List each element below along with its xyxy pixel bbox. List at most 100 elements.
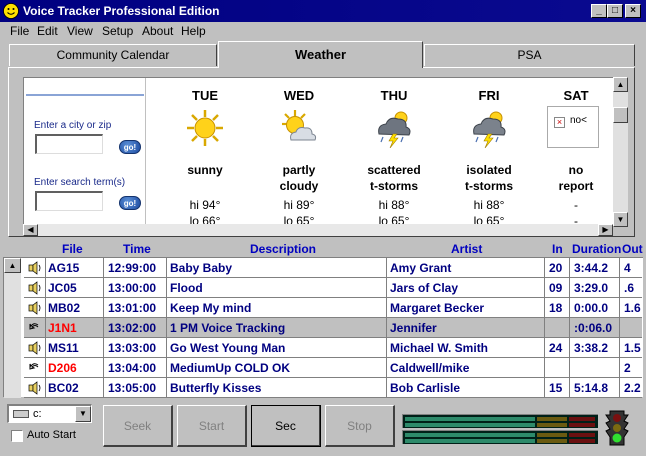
cell-description: 1 PM Voice Tracking	[170, 321, 286, 335]
chevron-down-icon[interactable]: ▼	[75, 406, 91, 422]
cell-description: MediumUp COLD OK	[170, 361, 290, 375]
cell-time: 12:99:00	[108, 261, 157, 275]
column-divider	[166, 278, 167, 298]
auto-start-checkbox[interactable]	[11, 430, 23, 442]
search-input[interactable]	[35, 191, 103, 211]
column-divider	[544, 318, 545, 338]
table-row[interactable]: J1N1 13:02:00 1 PM Voice Tracking Jennifer:…	[24, 318, 642, 338]
divider	[26, 94, 144, 96]
menu-file[interactable]: File	[10, 24, 29, 38]
column-divider	[45, 318, 46, 338]
column-divider	[386, 298, 387, 318]
weather-browser-frame: Enter a city or zip go! Enter search ter…	[23, 77, 623, 227]
table-row[interactable]: MB02 13:01:00 Keep My mind Margaret Becker 1…	[24, 298, 642, 318]
condition-line-2: t-storms	[464, 179, 513, 193]
city-label: Enter a city or zip	[34, 120, 112, 131]
maximize-button[interactable]: □	[607, 4, 623, 18]
column-out[interactable]: Out	[622, 242, 643, 256]
cell-artist: Amy Grant	[390, 261, 452, 275]
scroll-up-arrow-icon[interactable]: ▲	[613, 77, 628, 92]
search-go-button[interactable]: go!	[119, 196, 141, 210]
drive-value: c:	[33, 408, 42, 420]
column-divider	[166, 338, 167, 358]
scroll-left-arrow-icon[interactable]: ◀	[23, 224, 38, 236]
scroll-up-arrow-icon[interactable]: ▲	[4, 258, 21, 273]
weather-horizontal-scrollbar[interactable]: ◀ ▶	[23, 224, 613, 236]
menu-help[interactable]: Help	[181, 24, 206, 38]
scroll-thumb[interactable]	[613, 107, 628, 123]
scroll-down-arrow-icon[interactable]: ▼	[613, 212, 628, 227]
table-row[interactable]: AG15 12:99:00 Baby Baby Amy Grant 20 3:44.2 4	[24, 258, 642, 278]
cell-out: 4	[624, 261, 631, 275]
close-button[interactable]: ×	[625, 4, 641, 18]
forecast-day: WED partly cloudy hi 89° lo 65°	[251, 78, 347, 227]
table-row[interactable]: BC02 13:05:00 Butterfly Kisses Bob Carlisle…	[24, 378, 642, 398]
seek-button[interactable]: Seek	[103, 405, 173, 447]
column-divider	[103, 298, 104, 318]
speaker-icon	[27, 340, 43, 356]
day-name: WED	[283, 88, 315, 103]
weather-panel: Enter a city or zip go! Enter search ter…	[8, 67, 635, 237]
condition-line-1: scattered	[367, 163, 421, 177]
cell-time: 13:01:00	[108, 301, 157, 315]
cell-out: .6	[624, 281, 635, 295]
city-go-button[interactable]: go!	[119, 140, 141, 154]
column-divider	[619, 358, 620, 378]
menu-view[interactable]: View	[67, 24, 93, 38]
cell-artist: Bob Carlisle	[390, 381, 461, 395]
column-divider	[166, 358, 167, 378]
cell-description: Go West Young Man	[170, 341, 286, 355]
day-name: FRI	[478, 88, 500, 103]
column-artist[interactable]: Artist	[451, 242, 482, 256]
cell-file: MB02	[48, 301, 81, 315]
column-divider	[103, 318, 104, 338]
tab-psa[interactable]: PSA	[424, 44, 635, 66]
level-meter-right	[402, 430, 598, 444]
table-row[interactable]: D206 13:04:00 MediumUp COLD OK Caldwell/mik…	[24, 358, 642, 378]
tab-weather[interactable]: Weather	[218, 41, 423, 68]
column-divider	[45, 258, 46, 278]
forecast-day: SAT × no< no report - -	[536, 78, 616, 227]
day-name: TUE	[192, 88, 218, 103]
cell-in: 09	[549, 281, 563, 295]
column-divider	[386, 318, 387, 338]
city-input[interactable]	[35, 134, 103, 154]
column-divider	[569, 378, 570, 398]
cell-out: 2.2	[624, 381, 641, 395]
table-row[interactable]: JC05 13:00:00 Flood Jars of Clay 09 3:29.0 .6	[24, 278, 642, 298]
column-time[interactable]: Time	[123, 242, 151, 256]
column-divider	[619, 298, 620, 318]
minimize-button[interactable]: _	[591, 4, 607, 18]
column-description[interactable]: Description	[250, 242, 316, 256]
menu-setup[interactable]: Setup	[102, 24, 133, 38]
day-name: SAT	[563, 88, 589, 103]
menu-about[interactable]: About	[142, 24, 173, 38]
column-in[interactable]: In	[552, 242, 563, 256]
cell-description: Keep My mind	[170, 301, 252, 315]
weather-search-column: Enter a city or zip go! Enter search ter…	[24, 78, 146, 227]
column-divider	[386, 278, 387, 298]
cell-in: 18	[549, 301, 563, 315]
auto-start-label: Auto Start	[27, 429, 76, 441]
condition-line-2: t-storms	[369, 179, 418, 193]
menu-edit[interactable]: Edit	[37, 24, 58, 38]
tab-community-calendar[interactable]: Community Calendar	[9, 44, 217, 66]
condition-line-1: sunny	[187, 163, 223, 177]
sun-icon	[187, 110, 223, 146]
column-divider	[103, 378, 104, 398]
stop-button[interactable]: Stop	[325, 405, 395, 447]
column-divider	[103, 338, 104, 358]
scroll-right-arrow-icon[interactable]: ▶	[598, 224, 613, 236]
column-duration[interactable]: Duration	[572, 242, 621, 256]
start-button[interactable]: Start	[177, 405, 247, 447]
column-file[interactable]: File	[62, 242, 83, 256]
weather-vertical-scrollbar[interactable]: ▲ ▼	[613, 77, 628, 227]
sec-button[interactable]: Sec	[251, 405, 321, 447]
column-divider	[619, 258, 620, 278]
column-divider	[386, 258, 387, 278]
drive-select[interactable]: c: ▼	[7, 404, 92, 423]
broken-image-alt-text: no<	[570, 115, 587, 126]
table-row[interactable]: MS11 13:03:00 Go West Young Man Michael W. …	[24, 338, 642, 358]
playlist-vertical-scrollbar[interactable]: ▲	[4, 258, 21, 398]
speaker-icon	[27, 260, 43, 276]
